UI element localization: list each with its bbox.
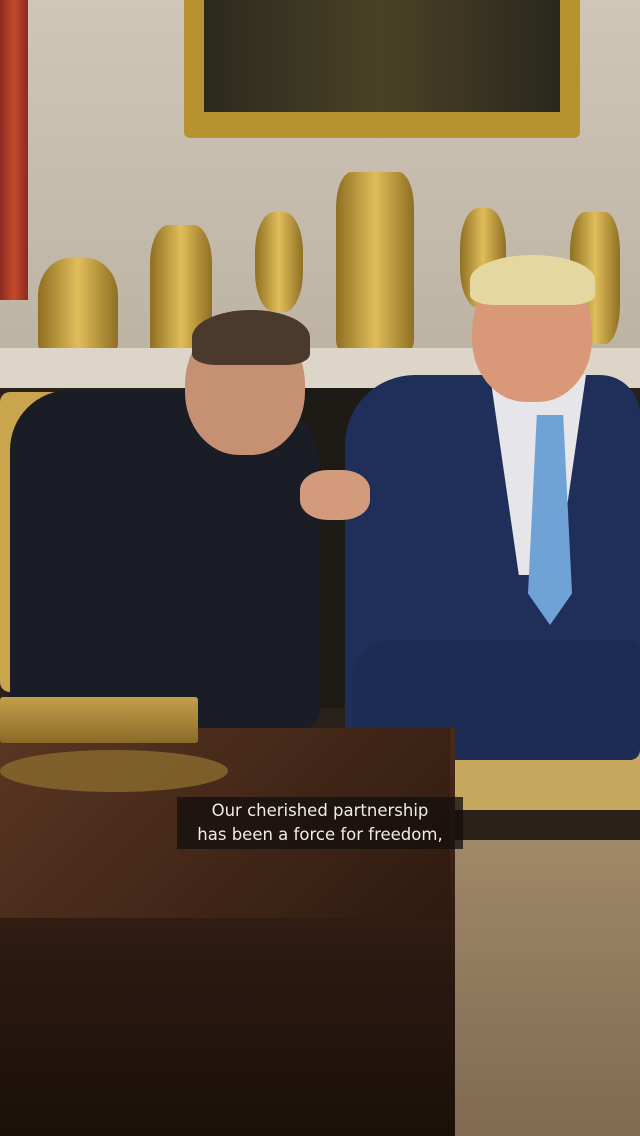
gold-urn [255,212,303,312]
flag [0,0,28,300]
painting [204,0,560,112]
gold-plate [0,750,228,792]
gold-box [0,697,198,743]
caption-line-2: has been a force for freedom, [197,825,443,844]
subtitle-caption: Our cherished partnership has been a for… [177,797,463,849]
gold-ornament [38,258,118,353]
caption-line-1: Our cherished partnership [211,801,429,820]
person-left-hair [192,310,310,365]
person-right-hair [470,255,595,305]
gold-urn [336,172,414,350]
handshake [300,470,370,520]
